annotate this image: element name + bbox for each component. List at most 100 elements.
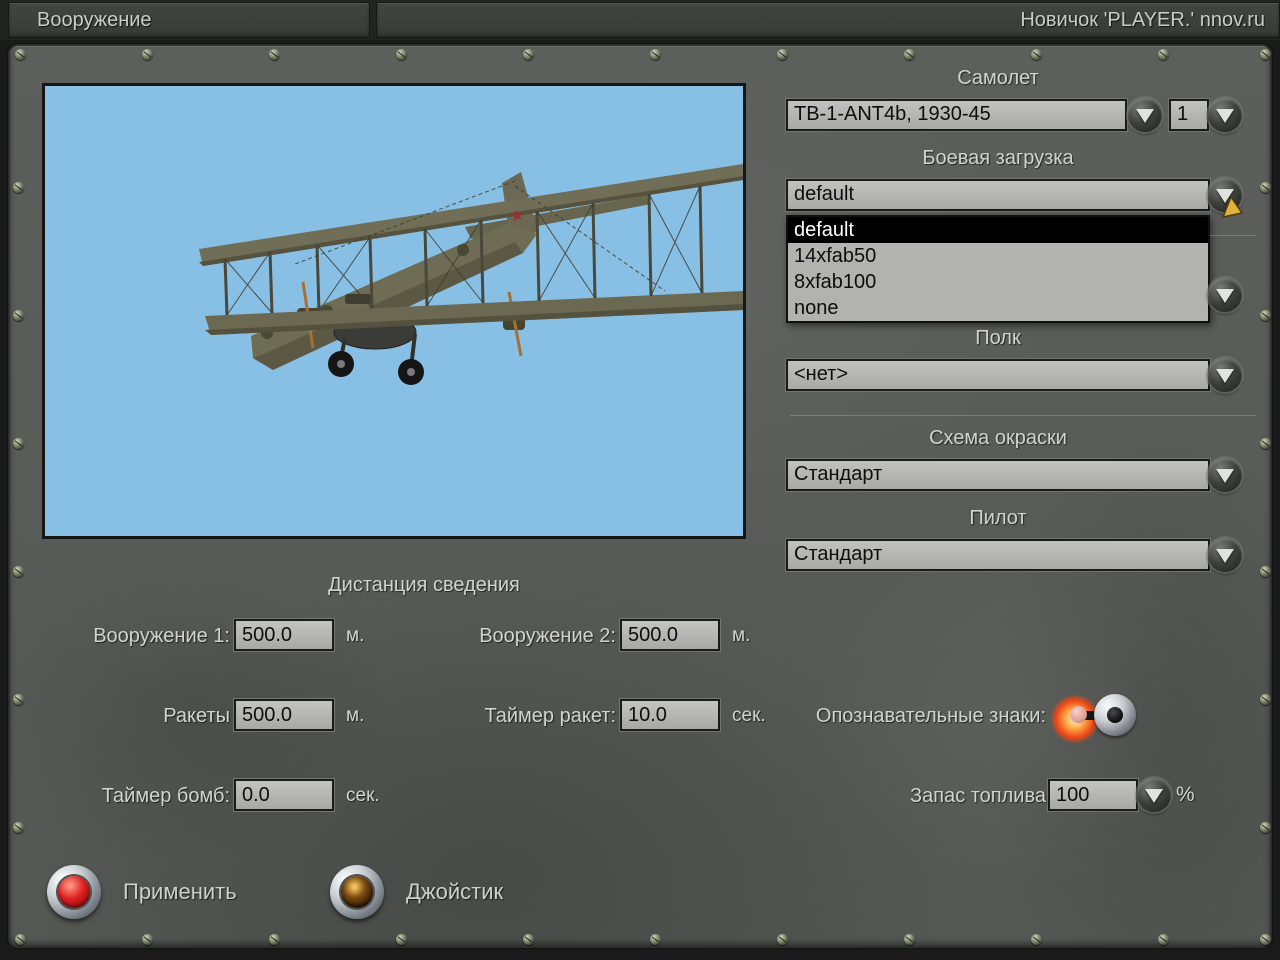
weapon1-label: Вооружение 1: [93, 625, 230, 647]
main-panel: ★ Самолет ТВ-1-ANT4b, 1930-45 1 Боевая з… [8, 44, 1272, 948]
screw-icon [396, 49, 407, 60]
fuel-input[interactable] [1048, 779, 1138, 811]
screw-icon [1260, 182, 1271, 193]
screw-icon [1260, 438, 1271, 449]
screw-icon [904, 49, 915, 60]
weapon1-input[interactable] [234, 619, 334, 651]
rockets-label: Ракеты [163, 705, 230, 727]
screw-icon [777, 49, 788, 60]
screw-icon [1158, 934, 1169, 945]
screw-icon [142, 934, 153, 945]
weapon1-unit: м. [346, 625, 365, 646]
divider [790, 415, 1256, 416]
weapon2-input[interactable] [620, 619, 720, 651]
pilot-section-label: Пилот [969, 507, 1027, 529]
paint-scheme-select[interactable]: Стандарт [786, 459, 1210, 491]
fuel-label: Запас топлива [910, 785, 1046, 807]
bomb-timer-input[interactable] [234, 779, 334, 811]
aircraft-render-icon: ★ [199, 164, 743, 385]
bomb-timer-unit: сек. [346, 785, 380, 806]
chevron-down-icon [1136, 109, 1154, 123]
player-info-bar: Новичок 'PLAYER.' nnov.ru [376, 2, 1280, 38]
screw-icon [1158, 49, 1169, 60]
fuel-unit: % [1176, 783, 1195, 806]
pilot-dropdown-button[interactable] [1208, 538, 1242, 572]
screw-icon [142, 49, 153, 60]
screw-icon [1260, 310, 1271, 321]
toggle-base-icon [1094, 694, 1136, 736]
tab-armament[interactable]: Вооружение [8, 2, 370, 38]
screw-icon [1031, 934, 1042, 945]
screw-icon [269, 934, 280, 945]
mouse-cursor-icon [1222, 196, 1244, 218]
rockets-input[interactable] [234, 699, 334, 731]
regiment-select[interactable]: <нет> [786, 359, 1210, 391]
rockets-unit: м. [346, 705, 365, 726]
screw-icon [1260, 822, 1271, 833]
joystick-button[interactable]: Джойстик [330, 865, 503, 919]
player-info-label: Новичок 'PLAYER.' nnov.ru [1020, 9, 1265, 31]
aircraft-dropdown-button[interactable] [1128, 98, 1162, 132]
loadout-section-label: Боевая загрузка [922, 147, 1074, 169]
loadout-option[interactable]: 14xfab50 [788, 243, 1208, 269]
chevron-down-icon [1216, 549, 1234, 563]
screw-icon [650, 934, 661, 945]
hidden-row-dropdown-button[interactable] [1208, 278, 1242, 312]
regiment-dropdown-button[interactable] [1208, 358, 1242, 392]
screw-icon [13, 822, 24, 833]
screw-icon [13, 310, 24, 321]
convergence-title: Дистанция сведения [328, 574, 520, 596]
paint-scheme-dropdown-button[interactable] [1208, 458, 1242, 492]
screw-icon [1260, 49, 1271, 60]
screw-icon [1260, 934, 1271, 945]
aircraft-section-label: Самолет [957, 67, 1039, 89]
joystick-button-label: Джойстик [406, 879, 504, 904]
chevron-down-icon [1216, 469, 1234, 483]
weapon2-label: Вооружение 2: [479, 625, 616, 647]
markings-label: Опознавательные знаки: [815, 705, 1046, 727]
screw-icon [15, 934, 26, 945]
loadout-option[interactable]: none [788, 295, 1208, 321]
aircraft-preview: ★ [42, 83, 746, 539]
screw-icon [396, 934, 407, 945]
loadout-options-list: default 14xfab50 8xfab100 none [786, 215, 1210, 323]
chevron-down-icon [1216, 369, 1234, 383]
screw-icon [523, 49, 534, 60]
screw-icon [777, 934, 788, 945]
apply-button-label: Применить [123, 879, 237, 904]
bomb-timer-label: Таймер бомб: [101, 785, 230, 807]
screw-icon [13, 438, 24, 449]
aircraft-select[interactable]: ТВ-1-ANT4b, 1930-45 [786, 99, 1127, 131]
fuel-dropdown-button[interactable] [1137, 778, 1171, 812]
pilot-select[interactable]: Стандарт [786, 539, 1210, 571]
amber-pushbutton-icon [330, 865, 384, 919]
screw-icon [650, 49, 661, 60]
aircraft-count-field[interactable]: 1 [1169, 99, 1209, 131]
regiment-section-label: Полк [975, 327, 1021, 349]
screw-icon [523, 934, 534, 945]
loadout-option[interactable]: default [788, 217, 1208, 243]
weapon2-unit: м. [732, 625, 751, 646]
screw-icon [13, 566, 24, 577]
screw-icon [13, 182, 24, 193]
screw-icon [1260, 566, 1271, 577]
screw-icon [1031, 49, 1042, 60]
markings-toggle[interactable] [1050, 687, 1162, 743]
chevron-down-icon [1216, 289, 1234, 303]
aircraft-count-dropdown-button[interactable] [1208, 98, 1242, 132]
loadout-select[interactable]: default [786, 179, 1210, 211]
rocket-timer-label: Таймер ракет: [484, 705, 616, 727]
divider [1210, 235, 1256, 236]
screw-icon [13, 694, 24, 705]
screw-icon [1260, 694, 1271, 705]
red-pushbutton-icon [47, 865, 101, 919]
rocket-timer-input[interactable] [620, 699, 720, 731]
chevron-down-icon [1216, 109, 1234, 123]
paint-scheme-section-label: Схема окраски [929, 427, 1067, 449]
screw-icon [15, 49, 26, 60]
loadout-option[interactable]: 8xfab100 [788, 269, 1208, 295]
chevron-down-icon [1145, 789, 1163, 803]
rocket-timer-unit: сек. [732, 705, 766, 726]
apply-button[interactable]: Применить [47, 865, 237, 919]
screw-icon [269, 49, 280, 60]
